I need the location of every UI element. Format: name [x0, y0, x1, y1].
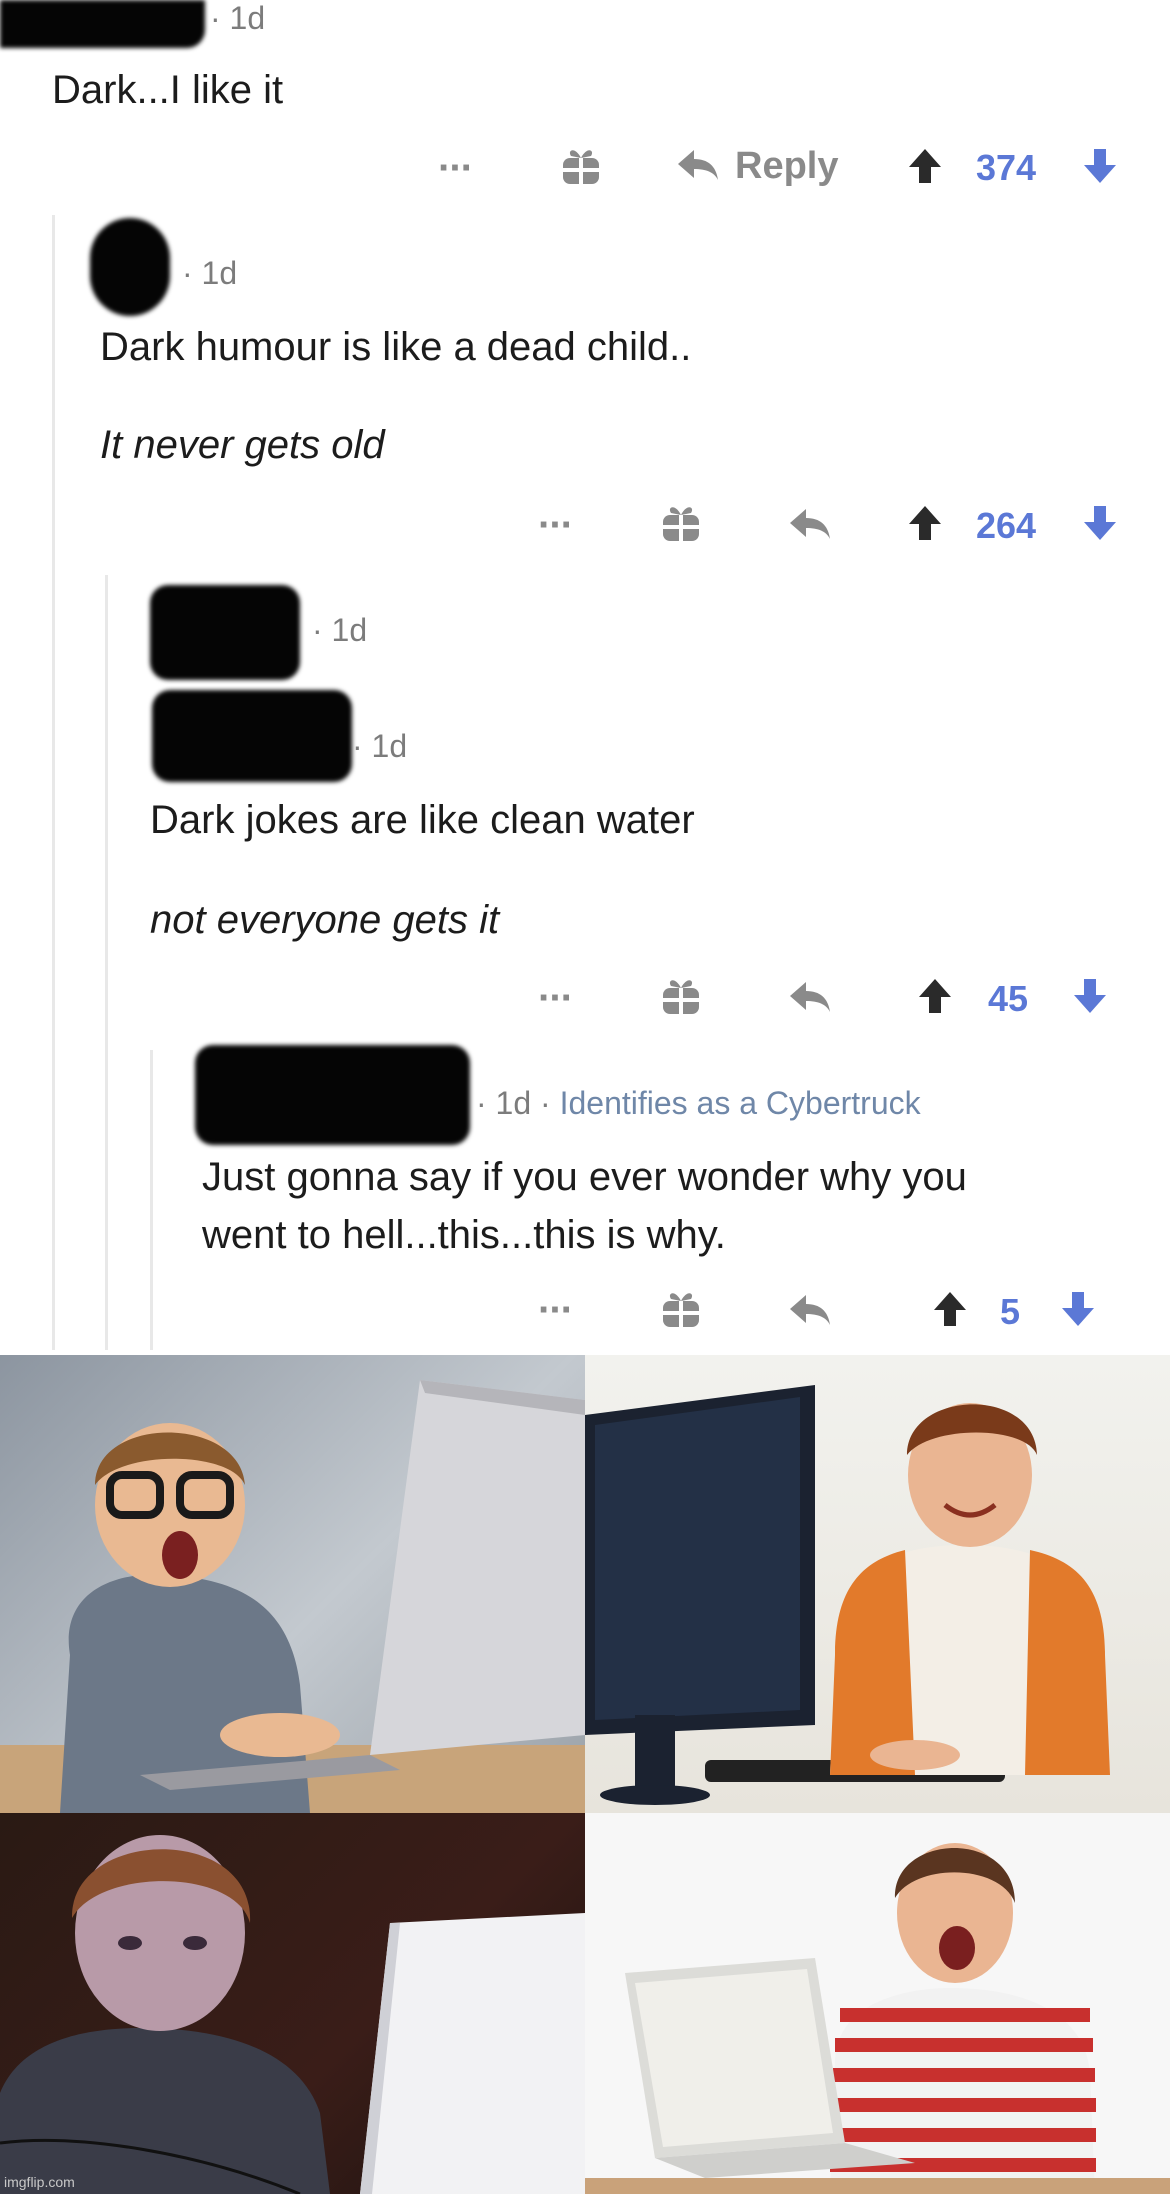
downvote-arrow-icon	[1062, 1292, 1094, 1326]
downvote-arrow-icon	[1084, 149, 1116, 183]
reply-arrow-icon	[790, 982, 830, 1012]
comment-meta: · 1d	[182, 255, 238, 291]
gift-icon	[663, 980, 699, 1014]
meme-panel-glowing-screen	[0, 1813, 585, 2194]
redacted-username	[0, 0, 205, 48]
thread-line	[52, 215, 55, 1350]
award-button[interactable]	[658, 500, 704, 546]
reply-arrow-icon	[790, 509, 830, 539]
shocked-kid-glasses-laptop	[0, 1380, 585, 1813]
comment-text: Dark...I like it	[52, 68, 284, 112]
user-flair: Identifies as a Cybertruck	[559, 1085, 921, 1121]
more-options-button[interactable]: ···	[538, 1290, 574, 1330]
vote-score: 374	[976, 147, 1037, 188]
upvote-button[interactable]	[915, 976, 955, 1016]
more-options-button[interactable]: ···	[438, 148, 474, 188]
vote-score: 264	[976, 505, 1037, 546]
comment-text: Just gonna say if you ever wonder why yo…	[202, 1155, 967, 1199]
downvote-arrow-icon	[1084, 506, 1116, 540]
redacted-username	[152, 690, 352, 782]
reply-button[interactable]	[787, 1288, 833, 1334]
reply-label[interactable]: Reply	[735, 145, 838, 188]
reply-button[interactable]	[787, 502, 833, 548]
upvote-button[interactable]	[905, 503, 945, 543]
comment-text: Dark humour is like a dead child..	[100, 325, 692, 369]
downvote-button[interactable]	[1080, 503, 1120, 543]
comment-meta: · 1d · Identifies as a Cybertruck	[476, 1085, 921, 1122]
award-button[interactable]	[658, 973, 704, 1019]
thread-line	[105, 575, 108, 1350]
downvote-button[interactable]	[1070, 976, 1110, 1016]
meme-panel-smiling-kid	[585, 1355, 1170, 1813]
downvote-button[interactable]	[1058, 1289, 1098, 1329]
reply-arrow-icon	[678, 150, 718, 180]
redacted-username	[195, 1045, 470, 1145]
watermark: imgflip.com	[4, 2174, 75, 2190]
meme-panel-shocked-kid	[0, 1355, 585, 1813]
smiling-kid-desktop	[585, 1385, 1110, 1805]
upvote-button[interactable]	[930, 1289, 970, 1329]
upvote-arrow-icon	[909, 149, 941, 183]
more-options-button[interactable]: ···	[538, 978, 574, 1018]
comment-meta: · 1d	[352, 728, 408, 764]
meme-panel-excited-kid	[585, 1813, 1170, 2194]
comment-text: Dark jokes are like clean water	[150, 798, 695, 842]
comment-meta: · 1d	[312, 612, 368, 648]
reply-button[interactable]	[675, 143, 721, 189]
more-options-button[interactable]: ···	[538, 505, 574, 545]
upvote-arrow-icon	[919, 979, 951, 1013]
redacted-avatar	[90, 218, 170, 316]
reply-arrow-icon	[790, 1295, 830, 1325]
award-button[interactable]	[558, 143, 604, 189]
kid-glowing-screen-night	[0, 1835, 585, 2194]
vote-score: 5	[1000, 1291, 1021, 1332]
reply-button[interactable]	[787, 975, 833, 1021]
award-button[interactable]	[658, 1286, 704, 1332]
comment-text: not everyone gets it	[150, 898, 500, 942]
downvote-button[interactable]	[1080, 146, 1120, 186]
comment-text: It never gets old	[100, 423, 385, 467]
thread-line	[150, 1050, 153, 1350]
comment-text: went to hell...this...this is why.	[202, 1213, 726, 1257]
downvote-arrow-icon	[1074, 979, 1106, 1013]
comment-meta: · 1d	[210, 0, 266, 36]
upvote-arrow-icon	[934, 1292, 966, 1326]
redacted-username	[150, 585, 300, 680]
gift-icon	[663, 507, 699, 541]
comment-age: · 1d ·	[476, 1085, 551, 1121]
excited-kid-striped-shirt	[585, 1843, 1170, 2194]
vote-score: 45	[988, 978, 1029, 1019]
gift-icon	[663, 1293, 699, 1327]
upvote-button[interactable]	[905, 146, 945, 186]
upvote-arrow-icon	[909, 506, 941, 540]
gift-icon	[563, 150, 599, 184]
